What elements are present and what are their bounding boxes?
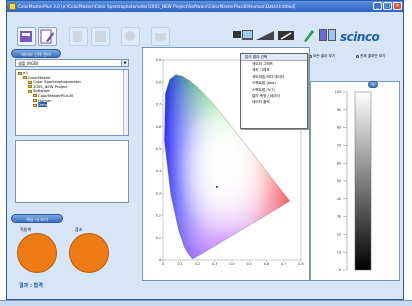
x-tick-label: 0.5 [247,262,252,266]
display-button[interactable] [232,27,254,46]
sample-select-value: 샘플 (RGB) [18,61,39,66]
y-tick-label: 0.2 [156,214,161,218]
scale-tick-label: 80 [337,126,341,130]
close-button[interactable]: × [393,2,402,10]
color-tool-icon [125,31,135,41]
show-all-label: 모든 결과 보기 [313,54,336,58]
y-tick-label: 0.5 [156,147,161,151]
y-tick-label: 0 [159,258,161,262]
color-swatch [319,29,327,41]
calibrate-icon [304,30,314,42]
y-tick-label: 0.4 [156,169,161,173]
x-tick-label: 0.8 [298,262,303,266]
app-window: ColorMasterPlus 3.0 [e:\ColorMaster\Colo… [6,0,404,300]
reference-color-label: 참조 [75,227,83,232]
maximize-button[interactable]: □ [383,2,392,10]
folder-icon [28,89,32,93]
y-tick-label: 0.9 [156,58,161,62]
display-icon [233,30,253,40]
status-bar [0,300,412,306]
folder-icon [23,76,27,80]
badge: H [368,81,378,88]
x-tick-label: 0.4 [229,262,234,266]
scale-tick-label: 30 [337,215,341,219]
measure-button[interactable] [254,27,276,46]
scale-tick-label: 50 [337,179,341,183]
x-tick-label: 0.7 [281,262,286,266]
export-button[interactable] [91,27,110,46]
tree-node[interactable]: Data [18,102,126,108]
copy-icon [73,31,82,42]
color-swatch [328,29,336,41]
edit-button[interactable] [38,27,57,46]
x-tick-label: 0.3 [212,262,217,266]
chevron-down-icon[interactable]: ▼ [121,60,128,66]
title-bar[interactable]: ColorMasterPlus 3.0 [e:\ColorMaster\Colo… [7,1,403,12]
instrument-button[interactable] [276,27,298,46]
x-tick-label: 0.1 [178,262,183,266]
result-text: 결과 : 합격 [19,283,43,289]
x-tick-label: 0 [162,262,164,266]
y-tick-label: 0.6 [156,125,161,129]
print-button[interactable] [151,27,170,46]
applied-color-swatch [17,233,57,273]
tree-node-label: Data [38,102,48,108]
menu-header: 분석 결과 선택 [241,54,307,61]
x-tick-label: 0.6 [264,262,269,266]
show-total-option[interactable]: 전체 결과만 보기 [356,53,385,59]
scale-tick-label: 60 [337,161,341,165]
data-list[interactable] [15,140,129,203]
y-tick-label: 0.8 [156,80,161,84]
export-icon [95,31,106,42]
tree-scrollbar[interactable] [123,70,128,135]
folder-icon [18,71,22,75]
folder-icon [33,99,37,103]
copy-button[interactable] [69,27,88,46]
folder-icon [33,103,37,107]
folder-tree[interactable]: e:\ ColorMaster Color Spectrophotometer 200… [15,69,129,136]
calibrate-button[interactable] [301,27,316,46]
y-tick-label: 0.3 [156,191,161,195]
instrument-icon [278,31,294,40]
scale-tick-label: 40 [337,197,341,201]
new-measure-icon [20,31,32,42]
scale-tick-label: 0 [339,268,341,272]
analysis-menu[interactable]: 분석 결과 선택 색도좌 그래프 색차 그래프 색도좌표/색차 데이터 스펙트럼 (A… [240,53,308,129]
folder-icon [33,94,37,98]
app-icon [9,3,16,10]
minimize-button[interactable]: _ [373,2,382,10]
radio-icon [356,54,359,58]
data-point [215,185,218,188]
print-icon [155,33,166,41]
folder-icon [28,80,32,84]
data-select-tab[interactable]: 데이터 선택 관리 [11,49,61,58]
show-total-label: 전체 결과만 보기 [360,54,386,58]
menu-item[interactable]: 데이터 출력 [241,99,307,105]
y-tick-label: 0.1 [156,236,161,240]
scale-tick-label: 10 [337,250,341,254]
scale-tick-label: 90 [337,108,341,112]
color-compare-tab[interactable]: 색상 비 보기 [11,214,63,223]
edit-icon [40,29,54,44]
folder-icon [28,85,32,89]
scinco-logo: scinco [340,30,380,44]
x-tick-label: 0.2 [195,262,200,266]
scale-panel: 100 90 80 70 60 50 40 30 20 10 0 [310,81,400,281]
sample-select[interactable]: 샘플 (RGB) ▼ [15,59,129,67]
lightness-scale: 1009080706050403020100 [335,90,372,272]
color-tool-button[interactable] [121,27,140,46]
toolbar: scinco [7,12,403,46]
scale-tick-label: 20 [337,233,341,237]
new-measure-button[interactable] [17,27,36,46]
show-all-option[interactable]: 모든 결과 보기 [309,53,335,59]
gray-gradient-bar [354,91,372,271]
scale-tick-label: 70 [337,144,341,148]
window-title: ColorMasterPlus 3.0 [e:\ColorMaster\Colo… [18,4,296,9]
reference-color-swatch [69,233,109,273]
scale-tick-label: 100 [335,90,341,94]
y-tick-label: 0.7 [156,103,161,107]
applied-color-label: 적용색 [20,227,32,232]
measure-icon [256,31,274,40]
